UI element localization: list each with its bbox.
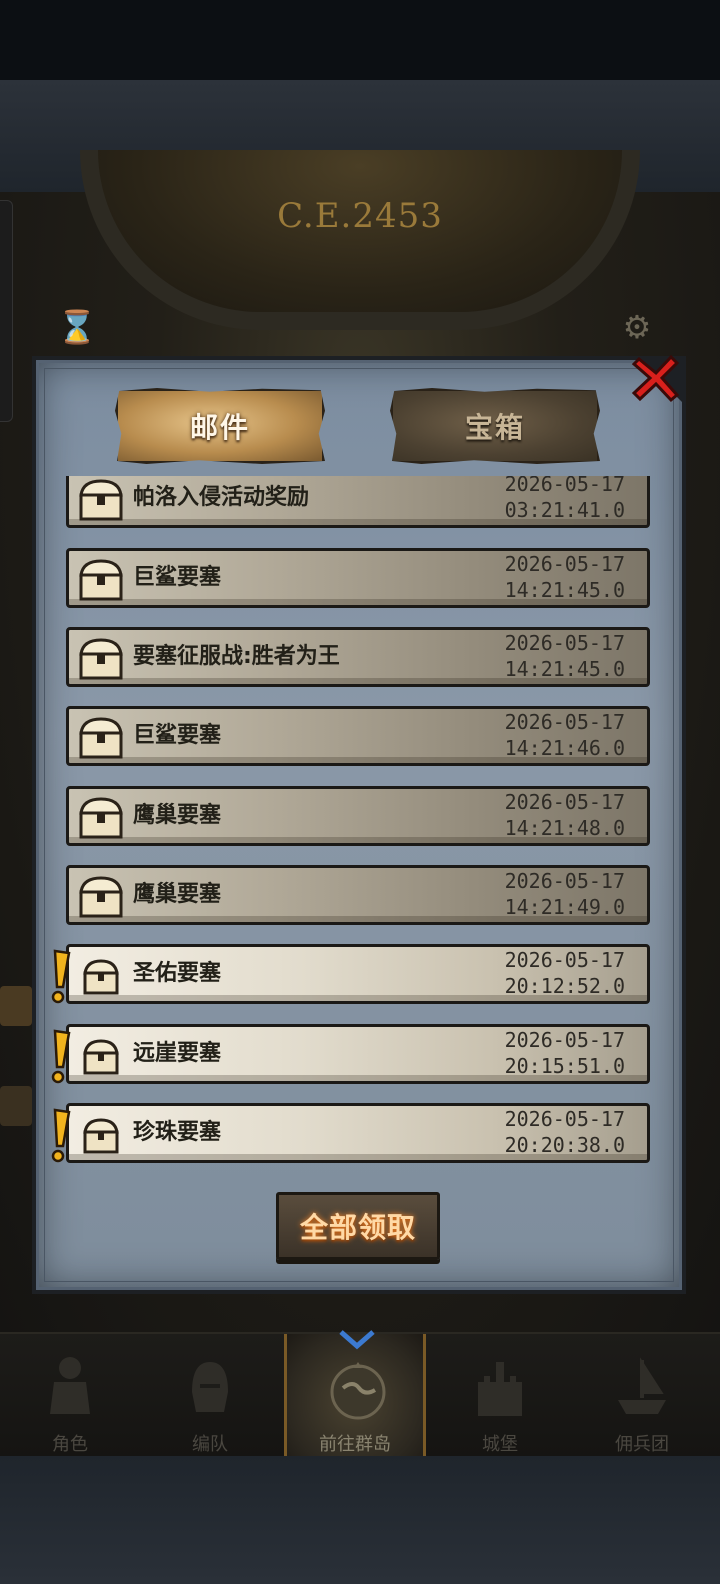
chest-icon (83, 1039, 119, 1075)
mail-time: 20:15:51.0 (504, 1054, 625, 1078)
mail-time: 20:20:38.0 (504, 1133, 625, 1157)
ship-icon (618, 1357, 666, 1414)
chest-icon (79, 797, 123, 839)
mail-title: 鹰巢要塞 (133, 803, 222, 828)
era-label: C.E.2453 (277, 196, 443, 236)
mail-item[interactable]: 鹰巢要塞 2026-05-17 14:21:48.0 (66, 786, 650, 846)
chest-icon (79, 479, 123, 521)
mail-title: 鹰巢要塞 (133, 882, 222, 907)
chest-icon (79, 717, 123, 759)
tab-chest[interactable]: 宝箱 (390, 388, 600, 464)
close-button[interactable] (628, 350, 684, 406)
mail-time: 20:12:52.0 (504, 974, 625, 998)
side-deco (0, 1086, 32, 1126)
mail-item[interactable]: 远崖要塞 2026-05-17 20:15:51.0 (51, 1024, 650, 1084)
mail-time: 14:21:49.0 (504, 895, 625, 919)
mail-title: 珍珠要塞 (133, 1120, 222, 1145)
mail-time: 14:21:48.0 (504, 816, 625, 840)
mail-date: 2026-05-17 (504, 1028, 625, 1052)
mail-item[interactable]: 巨鲨要塞 2026-05-17 14:21:46.0 (66, 706, 650, 766)
mail-date: 2026-05-17 (504, 869, 625, 893)
mail-title: 要塞征服战:胜者为王 (133, 644, 340, 669)
mail-date: 2026-05-17 (504, 1107, 625, 1131)
mail-date: 2026-05-17 (504, 552, 625, 576)
mail-time: 14:21:46.0 (504, 736, 625, 760)
mail-item[interactable]: 帕洛入侵活动奖励 2026-05-17 03:21:41.0 (66, 476, 650, 528)
mail-date: 2026-05-17 (504, 710, 625, 734)
mail-time: 14:21:45.0 (504, 657, 625, 681)
nav-label: 编队 (192, 1434, 228, 1455)
chest-icon (79, 876, 123, 918)
bottom-band (0, 1456, 720, 1584)
chest-icon (83, 959, 119, 995)
knight-icon (50, 1357, 90, 1414)
close-icon (631, 354, 680, 403)
compass-globe-icon (330, 1362, 386, 1420)
mail-time: 14:21:45.0 (504, 578, 625, 602)
mail-item[interactable]: 圣佑要塞 2026-05-17 20:12:52.0 (51, 944, 650, 1004)
hourglass-icon[interactable]: ⌛ (56, 306, 98, 348)
nav-label: 角色 (52, 1434, 88, 1455)
mail-date: 2026-05-17 (504, 790, 625, 814)
nav-item-character[interactable]: 角色 (0, 1334, 140, 1458)
mail-date: 2026-05-17 (504, 476, 625, 496)
nav-item-islands[interactable]: 前往群岛 (284, 1330, 426, 1458)
nav-item-mercenary[interactable]: 佣兵团 (572, 1334, 712, 1458)
nav-item-formation[interactable]: 编队 (140, 1334, 280, 1458)
mail-item[interactable]: 珍珠要塞 2026-05-17 20:20:38.0 (51, 1103, 650, 1163)
mail-title: 远崖要塞 (133, 1041, 222, 1066)
mail-list[interactable]: 帕洛入侵活动奖励 2026-05-17 03:21:41.0 巨鲨要塞 2026… (40, 476, 680, 1182)
nav-label: 佣兵团 (615, 1434, 669, 1455)
side-drawer-handle[interactable] (0, 200, 13, 422)
mail-title: 巨鲨要塞 (133, 723, 222, 748)
chest-icon (79, 559, 123, 601)
side-deco (0, 986, 32, 1026)
mail-time: 03:21:41.0 (504, 498, 625, 522)
mail-item[interactable]: 鹰巢要塞 2026-05-17 14:21:49.0 (66, 865, 650, 925)
mail-date: 2026-05-17 (504, 631, 625, 655)
tab-mail[interactable]: 邮件 (115, 388, 325, 464)
chest-icon (79, 638, 123, 680)
mail-item[interactable]: 巨鲨要塞 2026-05-17 14:21:45.0 (66, 548, 650, 608)
mail-title: 圣佑要塞 (133, 961, 222, 986)
mail-title: 帕洛入侵活动奖励 (133, 485, 310, 510)
gear-icon[interactable]: ⚙ (616, 306, 658, 348)
alert-icon (51, 949, 71, 1004)
claim-all-button[interactable]: 全部领取 (276, 1192, 440, 1260)
mail-title: 巨鲨要塞 (133, 565, 222, 590)
nav-label: 前往群岛 (319, 1434, 391, 1455)
castle-icon (478, 1362, 522, 1416)
helmet-icon (192, 1362, 228, 1412)
mail-date: 2026-05-17 (504, 948, 625, 972)
mail-item[interactable]: 要塞征服战:胜者为王 2026-05-17 14:21:45.0 (66, 627, 650, 687)
alert-icon (51, 1108, 71, 1163)
chest-icon (83, 1118, 119, 1154)
chevron-down-icon (339, 1330, 375, 1350)
nav-item-castle[interactable]: 城堡 (430, 1334, 570, 1458)
alert-icon (51, 1029, 71, 1084)
bottom-nav: 角色 编队 前往群岛 城堡 佣兵团 (0, 1330, 720, 1458)
nav-label: 城堡 (482, 1434, 518, 1455)
